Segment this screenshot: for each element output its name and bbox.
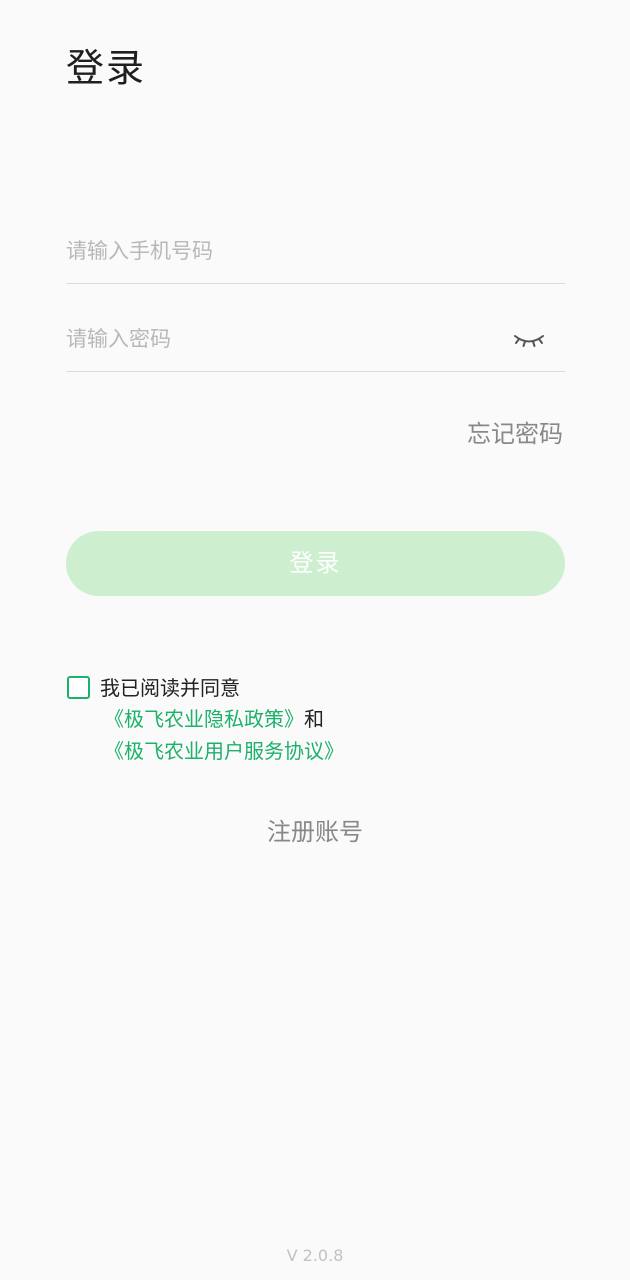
agreement-prefix-text: 我已阅读并同意 [100, 676, 240, 700]
forgot-password-link[interactable]: 忘记密码 [467, 418, 563, 450]
page-title: 登录 [66, 46, 147, 90]
policy-line: 《极飞农业隐私政策》和 [104, 703, 324, 735]
eye-closed-icon-graphic [514, 335, 544, 347]
privacy-policy-link[interactable]: 《极飞农业隐私政策》 [104, 707, 304, 731]
eye-closed-icon[interactable] [511, 325, 547, 353]
register-account-link[interactable]: 注册账号 [0, 816, 630, 848]
login-button[interactable]: 登录 [66, 531, 565, 596]
phone-field [66, 219, 565, 284]
policy-line: 《极飞农业用户服务协议》 [104, 735, 344, 767]
service-agreement-link[interactable]: 《极飞农业用户服务协议》 [104, 739, 344, 763]
password-field [66, 307, 565, 372]
agreement-conjunction: 和 [304, 707, 324, 731]
version-label: V 2.0.8 [286, 1246, 344, 1265]
agreement-checkbox[interactable] [67, 676, 90, 699]
password-input[interactable] [66, 307, 486, 371]
phone-input[interactable] [66, 219, 486, 283]
